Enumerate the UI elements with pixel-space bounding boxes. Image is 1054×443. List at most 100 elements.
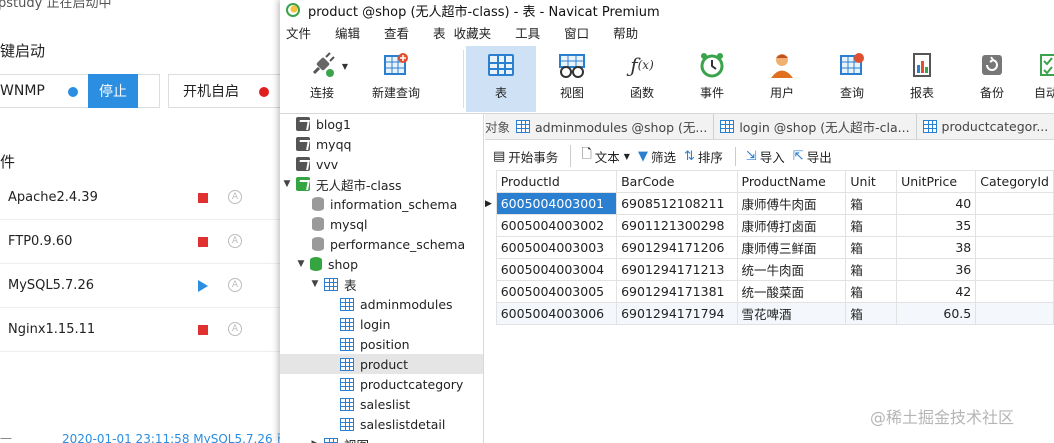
service-row[interactable]: FTP0.9.60 A xyxy=(0,220,290,264)
cell-unit[interactable]: 箱 xyxy=(845,302,898,325)
function-button[interactable]: ƒ (x) 函数 xyxy=(620,46,664,112)
table-row[interactable]: 6005004003005 6901294171381 统一酸菜面 箱 42 xyxy=(485,280,1054,303)
cell-productname[interactable]: 统一牛肉面 xyxy=(736,258,847,281)
cell-productid[interactable]: 6005004003006 xyxy=(495,302,618,325)
cell-unit[interactable]: 箱 xyxy=(845,258,898,281)
tree-table-product[interactable]: product xyxy=(280,354,483,374)
cell-productname[interactable]: 康师傅牛肉面 xyxy=(736,192,847,215)
tree-db-information-schema[interactable]: information_schema xyxy=(280,194,483,214)
tab-adminmodules[interactable]: adminmodules @shop (无... xyxy=(510,114,715,139)
cell-unitprice[interactable]: 60.5 xyxy=(896,302,977,325)
view-button[interactable]: 视图 xyxy=(550,46,594,112)
cell-productid[interactable]: 6005004003004 xyxy=(495,258,618,281)
menu-tools[interactable]: 工具 xyxy=(515,23,540,42)
service-row[interactable]: Nginx1.15.11 A xyxy=(0,308,290,352)
cell-unitprice[interactable]: 35 xyxy=(896,214,977,237)
cell-unitprice[interactable]: 36 xyxy=(896,258,977,281)
service-row[interactable]: MySQL5.7.26 A xyxy=(0,264,290,308)
menu-edit[interactable]: 编辑 xyxy=(335,23,360,42)
cell-productid[interactable]: 6005004003002 xyxy=(495,214,618,237)
cell-barcode[interactable]: 6901294171794 xyxy=(616,302,738,325)
stop-button[interactable]: 停止 xyxy=(88,74,138,108)
expanded-arrow-icon[interactable]: ▼ xyxy=(310,279,320,289)
table-row[interactable]: ▶ 6005004003001 6908512108211 康师傅牛肉面 箱 4… xyxy=(485,192,1054,215)
expanded-arrow-icon[interactable]: ▼ xyxy=(282,179,292,189)
table-row[interactable]: 6005004003004 6901294171213 统一牛肉面 箱 36 xyxy=(485,258,1054,281)
tab-productcategory[interactable]: productcategor... xyxy=(917,114,1054,139)
cell-productname[interactable]: 统一酸菜面 xyxy=(736,280,847,303)
tab-login[interactable]: login @shop (无人超市-cla... xyxy=(714,114,917,139)
cell-unit[interactable]: 箱 xyxy=(845,214,898,237)
cell-barcode[interactable]: 6901294171381 xyxy=(616,280,738,303)
cell-productid[interactable]: 6005004003003 xyxy=(495,236,618,259)
connect-button[interactable]: 连接 ▼ xyxy=(302,46,348,112)
stop-icon[interactable] xyxy=(198,325,208,335)
table-button[interactable]: 表 xyxy=(466,46,536,112)
table-row[interactable]: 6005004003006 6901294171794 雪花啤酒 箱 60.5 xyxy=(485,302,1054,325)
cell-unit[interactable]: 箱 xyxy=(845,236,898,259)
tree-connection-vvv[interactable]: vvv xyxy=(280,154,483,174)
event-button[interactable]: 事件 xyxy=(690,46,734,112)
title-bar[interactable]: product @shop (无人超市-class) - 表 - Navicat… xyxy=(280,0,1054,20)
cell-productid[interactable]: 6005004003001 xyxy=(495,192,618,215)
cell-barcode[interactable]: 6901294171213 xyxy=(616,258,738,281)
tree-connection-blog1[interactable]: blog1 xyxy=(280,114,483,134)
table-row[interactable]: 6005004003002 6901121300298 康师傅打卤面 箱 35 xyxy=(485,214,1054,237)
cell-categoryid[interactable] xyxy=(975,214,1054,237)
cell-productname[interactable]: 康师傅三鲜面 xyxy=(736,236,847,259)
sort-button[interactable]: ⇅ 排序 xyxy=(684,147,723,166)
tree-connection-myqq[interactable]: myqq xyxy=(280,134,483,154)
tree-connection-class[interactable]: ▼ 无人超市-class xyxy=(280,174,483,194)
menu-view[interactable]: 查看 xyxy=(384,23,409,42)
backup-button[interactable]: 备份 xyxy=(970,46,1014,112)
tree-table-adminmodules[interactable]: adminmodules xyxy=(280,294,483,314)
column-header-unitprice[interactable]: UnitPrice xyxy=(896,170,977,193)
column-header-unit[interactable]: Unit xyxy=(845,170,898,193)
cell-productname[interactable]: 雪花啤酒 xyxy=(736,302,847,325)
column-header-categoryid[interactable]: CategoryId xyxy=(975,170,1054,193)
tree-table-productcategory[interactable]: productcategory xyxy=(280,374,483,394)
menu-help[interactable]: 帮助 xyxy=(613,23,638,42)
cell-categoryid[interactable] xyxy=(975,236,1054,259)
tree-table-saleslistdetail[interactable]: saleslistdetail xyxy=(280,414,483,434)
cell-categoryid[interactable] xyxy=(975,302,1054,325)
tree-db-performance-schema[interactable]: performance_schema xyxy=(280,234,483,254)
cell-productname[interactable]: 康师傅打卤面 xyxy=(736,214,847,237)
import-button[interactable]: ⇲ 导入 xyxy=(734,146,785,166)
autostart-toggle[interactable]: 开机自启 xyxy=(168,74,290,108)
tree-table-login[interactable]: login xyxy=(280,314,483,334)
cell-barcode[interactable]: 6901121300298 xyxy=(616,214,738,237)
menu-favorites[interactable]: 收藏夹 xyxy=(454,23,492,42)
cell-unit[interactable]: 箱 xyxy=(845,192,898,215)
text-button[interactable]: 🗋 文本 ▼ xyxy=(570,145,630,167)
export-button[interactable]: ⇱ 导出 xyxy=(793,147,832,166)
chevron-down-icon[interactable]: ▼ xyxy=(342,62,348,71)
menu-file[interactable]: 文件 xyxy=(286,23,311,42)
cell-categoryid[interactable] xyxy=(975,280,1054,303)
tree-table-position[interactable]: position xyxy=(280,334,483,354)
collapsed-arrow-icon[interactable]: ▶ xyxy=(310,439,320,443)
cell-unitprice[interactable]: 40 xyxy=(896,192,977,215)
automation-button[interactable]: 自动 xyxy=(1034,46,1054,112)
tree-views-folder[interactable]: ▶ 视图 xyxy=(280,434,483,443)
cell-categoryid[interactable] xyxy=(975,192,1054,215)
cell-productid[interactable]: 6005004003005 xyxy=(495,280,618,303)
service-row[interactable]: Apache2.4.39 A xyxy=(0,176,290,220)
begin-transaction-button[interactable]: ▤ 开始事务 xyxy=(493,147,558,166)
cell-unitprice[interactable]: 38 xyxy=(896,236,977,259)
user-button[interactable]: 用户 xyxy=(760,46,804,112)
table-row[interactable]: 6005004003003 6901294171206 康师傅三鲜面 箱 38 xyxy=(485,236,1054,259)
tree-table-saleslist[interactable]: saleslist xyxy=(280,394,483,414)
stop-icon[interactable] xyxy=(198,237,208,247)
query-button[interactable]: 查询 xyxy=(830,46,874,112)
report-button[interactable]: 报表 xyxy=(900,46,944,112)
cell-unit[interactable]: 箱 xyxy=(845,280,898,303)
expanded-arrow-icon[interactable]: ▼ xyxy=(296,259,306,269)
filter-button[interactable]: ▼ 筛选 xyxy=(638,147,676,166)
cell-categoryid[interactable] xyxy=(975,258,1054,281)
tree-db-shop[interactable]: ▼ shop xyxy=(280,254,483,274)
cell-unitprice[interactable]: 42 xyxy=(896,280,977,303)
column-header-barcode[interactable]: BarCode xyxy=(616,170,738,193)
tree-tables-folder[interactable]: ▼ 表 xyxy=(280,274,483,294)
stop-icon[interactable] xyxy=(198,193,208,203)
